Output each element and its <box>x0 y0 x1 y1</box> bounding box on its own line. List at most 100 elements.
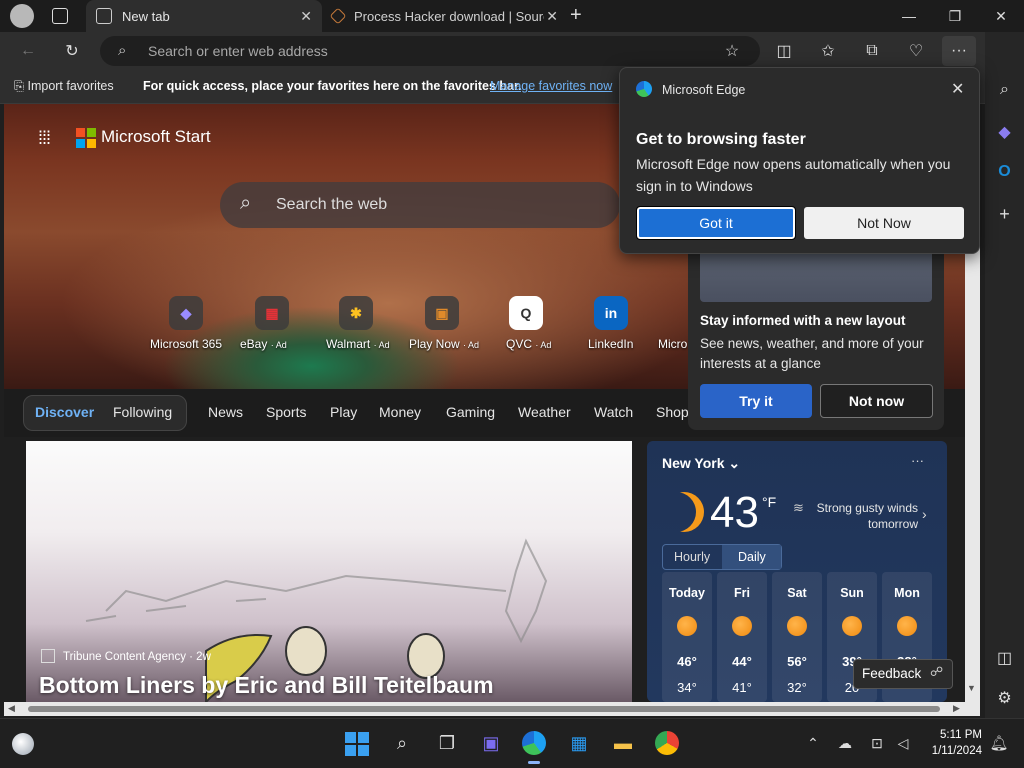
volume-muted-icon[interactable]: ◁ <box>890 730 916 756</box>
chevron-right-icon[interactable]: › <box>922 506 927 522</box>
add-sidebar-app-icon[interactable]: + <box>985 200 1024 228</box>
walmart-tile[interactable]: ✱ <box>339 296 373 330</box>
sidebar-toggle-icon[interactable]: ◫ <box>985 644 1024 672</box>
tab-title: New tab <box>122 8 170 24</box>
wind-icon: ≋ <box>793 500 804 515</box>
news-title[interactable]: Bottom Liners by Eric and Bill Teitelbau… <box>39 672 494 699</box>
close-tab-icon[interactable]: ✕ <box>546 8 558 25</box>
weather-widget-icon[interactable] <box>12 733 34 755</box>
outlook-icon[interactable]: O <box>985 158 1024 186</box>
got-it-button[interactable]: Got it <box>636 206 796 240</box>
scroll-left-icon[interactable]: ◀ <box>8 703 15 714</box>
profile-avatar[interactable] <box>10 4 34 28</box>
close-icon[interactable]: ✕ <box>951 79 964 99</box>
start-icon[interactable] <box>345 732 369 756</box>
microsoft365-tile[interactable]: ◆ <box>169 296 203 330</box>
nav-shop[interactable]: Shop <box>656 404 689 420</box>
linkedin-tile[interactable]: in <box>594 296 628 330</box>
weather-alert[interactable]: Strong gusty winds tomorrow <box>814 500 918 532</box>
try-it-button[interactable]: Try it <box>700 384 812 418</box>
nav-following[interactable]: Following <box>113 404 172 420</box>
forecast-day-name: Mon <box>894 586 920 600</box>
forecast-low: 41° <box>732 680 752 695</box>
favorites-icon[interactable]: ✩ <box>816 40 840 62</box>
qvc-tile[interactable]: Q <box>509 296 543 330</box>
horizontal-scroll-thumb[interactable] <box>28 706 940 712</box>
new-tab-plus-icon[interactable]: + <box>570 4 582 27</box>
clock-time[interactable]: 5:11 PM <box>930 729 982 741</box>
popup-title: Get to browsing faster <box>636 131 806 148</box>
tab-hourly[interactable]: Hourly <box>674 550 710 564</box>
quick-link-label: LinkedIn <box>588 337 634 351</box>
play-now-tile[interactable]: ▣ <box>425 296 459 330</box>
search-icon[interactable]: ⌕ <box>389 730 415 756</box>
favorite-star-icon[interactable]: ☆ <box>720 40 744 62</box>
nav-play[interactable]: Play <box>330 404 357 420</box>
quick-link-label: QVC · Ad <box>506 337 552 351</box>
sourceforge-icon <box>329 7 347 25</box>
not-now-button[interactable]: Not Now <box>804 207 964 239</box>
ebay-tile[interactable]: ▦ <box>255 296 289 330</box>
settings-more-icon[interactable]: ··· <box>942 36 976 66</box>
scroll-down-icon[interactable]: ▼ <box>967 683 976 693</box>
browser-essentials-icon[interactable]: ♡ <box>904 40 928 62</box>
nav-discover[interactable]: Discover <box>35 404 94 420</box>
onedrive-icon[interactable]: ☁ <box>832 730 858 756</box>
teams-chat-icon[interactable]: ▣ <box>478 730 504 756</box>
partly-cloudy-icon <box>842 616 862 636</box>
tab-process-hacker[interactable]: Process Hacker download | Sourc ✕ <box>322 0 562 32</box>
close-window-icon[interactable]: ✕ <box>978 0 1024 32</box>
layout-promo-title: Stay informed with a new layout <box>700 313 906 328</box>
quick-link-label: Walmart · Ad <box>326 337 390 351</box>
source-logo <box>41 649 55 663</box>
nav-gaming[interactable]: Gaming <box>446 404 495 420</box>
nav-news[interactable]: News <box>208 404 243 420</box>
weather-more-icon[interactable]: ··· <box>911 453 924 468</box>
forecast-day-name: Sun <box>840 586 864 600</box>
nav-money[interactable]: Money <box>379 404 421 420</box>
web-search-placeholder[interactable]: Search the web <box>276 196 387 214</box>
collections-icon[interactable]: ⧉ <box>860 40 884 62</box>
forecast-day-name: Today <box>669 586 705 600</box>
manage-favorites-link[interactable]: Manage favorites now <box>490 79 612 93</box>
layout-not-now-button[interactable]: Not now <box>820 384 933 418</box>
store-icon[interactable]: ▦ <box>566 730 592 756</box>
minimize-icon[interactable]: — <box>886 0 932 32</box>
favorites-hint: For quick access, place your favorites h… <box>143 79 522 93</box>
task-view-icon[interactable]: ❐ <box>434 730 460 756</box>
restore-icon[interactable]: ❐ <box>932 0 978 32</box>
back-icon[interactable]: ← <box>16 40 40 62</box>
quick-link-label: eBay · Ad <box>240 337 287 351</box>
import-favorites[interactable]: ⎘ Import favorites <box>14 79 114 94</box>
search-icon[interactable]: ⌕ <box>985 76 1024 104</box>
tab-actions-icon[interactable] <box>52 8 68 24</box>
sidebar-settings-icon[interactable]: ⚙ <box>985 684 1024 712</box>
copilot-sidebar-icon[interactable]: ◆ <box>985 118 1024 146</box>
close-tab-icon[interactable]: ✕ <box>300 8 312 25</box>
apps-grid-icon[interactable]: ⁞⁞⁞ <box>38 128 51 149</box>
forecast-low: 34° <box>677 680 697 695</box>
nav-weather[interactable]: Weather <box>518 404 571 420</box>
tab-new-tab[interactable]: New tab ✕ <box>86 0 322 32</box>
moon-icon <box>664 492 704 532</box>
sunny-icon <box>732 616 752 636</box>
file-explorer-icon[interactable]: ▬ <box>610 730 636 756</box>
refresh-icon[interactable]: ↻ <box>60 40 84 62</box>
tab-daily[interactable]: Daily <box>738 550 766 564</box>
nav-sports[interactable]: Sports <box>266 404 306 420</box>
quick-link-label: Play Now · Ad <box>409 337 480 351</box>
search-icon: ⌕ <box>240 192 252 214</box>
weather-city[interactable]: New York ⌄ <box>662 455 740 472</box>
split-screen-icon[interactable]: ◫ <box>772 40 796 62</box>
scroll-right-icon[interactable]: ▶ <box>953 703 960 714</box>
network-icon[interactable]: ⊡ <box>864 730 890 756</box>
edge-taskbar-icon[interactable] <box>522 731 546 755</box>
feedback-icon: ☍ <box>930 664 944 679</box>
show-hidden-icons[interactable]: ⌃ <box>800 730 826 756</box>
nav-watch[interactable]: Watch <box>594 404 633 420</box>
clock-date[interactable]: 1/11/2024 <box>922 745 982 757</box>
tab-title: Process Hacker download | Sourc <box>354 8 544 24</box>
address-placeholder[interactable]: Search or enter web address <box>148 43 328 59</box>
notifications-icon[interactable]: 🔔︎ <box>986 730 1012 756</box>
chrome-icon[interactable] <box>655 731 679 755</box>
